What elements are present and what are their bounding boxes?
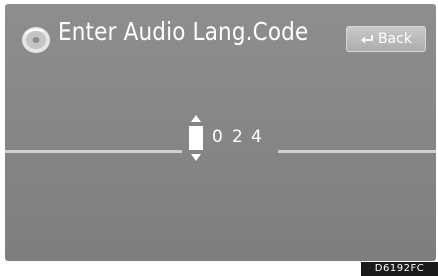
screen-title: Enter Audio Lang.Code	[58, 17, 309, 46]
code-digit-2: 2	[232, 127, 243, 147]
back-button[interactable]: Back	[346, 26, 426, 52]
audio-lang-code-screen: Enter Audio Lang.Code Back 0 2 4	[5, 4, 436, 261]
input-cursor	[189, 126, 203, 150]
triangle-down-icon[interactable]	[191, 154, 201, 161]
code-digit-1: 0	[212, 127, 223, 147]
divider-right	[278, 150, 436, 153]
disc-icon	[22, 27, 50, 53]
figure-code: D6192FC	[361, 262, 438, 276]
divider-left	[5, 150, 182, 153]
return-arrow-icon	[361, 35, 373, 44]
back-button-label: Back	[378, 31, 412, 47]
code-digit-3: 4	[251, 127, 262, 147]
triangle-up-icon[interactable]	[191, 115, 201, 122]
